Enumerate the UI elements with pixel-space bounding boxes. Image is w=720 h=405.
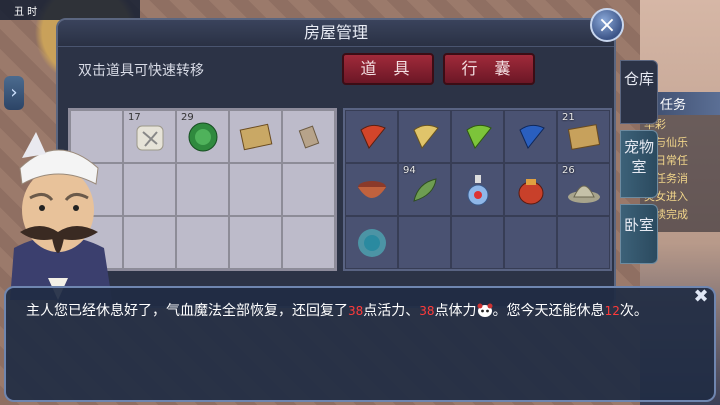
side-tab-bedroom[interactable]: 卧室 xyxy=(620,204,658,264)
window-close-button[interactable]: × xyxy=(590,8,624,42)
panda-emote-icon xyxy=(477,303,493,317)
glowing-orb-icon xyxy=(355,226,389,264)
vitality-amount: 38 xyxy=(348,304,364,318)
storage-slot[interactable] xyxy=(282,216,335,269)
storage-slot[interactable] xyxy=(123,163,176,216)
storage-slot[interactable] xyxy=(282,110,335,163)
green-jade-icon xyxy=(186,120,220,158)
stamina-amount: 38 xyxy=(419,304,435,318)
npc-portrait-elder xyxy=(10,132,112,300)
storage-slot[interactable] xyxy=(282,163,335,216)
storage-slot[interactable] xyxy=(229,163,282,216)
inventory-slot[interactable] xyxy=(345,216,398,269)
inventory-slot[interactable]: 26 xyxy=(557,163,610,216)
dialog-text-part: 点体力 xyxy=(434,303,477,319)
bowl-icon xyxy=(355,175,389,209)
treasure-map-icon xyxy=(566,121,602,157)
blue-fan-icon xyxy=(514,120,548,158)
dialog-close-icon[interactable]: ✖ xyxy=(690,288,712,306)
rest-count: 12 xyxy=(604,304,620,318)
paper-scroll-icon xyxy=(294,122,324,156)
side-tab-pet-room[interactable]: 宠物室 xyxy=(620,130,658,198)
storage-slot[interactable]: 17 xyxy=(123,110,176,163)
transfer-hint: 双击道具可快速转移 xyxy=(78,63,204,79)
map-scroll-icon xyxy=(238,121,274,157)
storage-slot[interactable] xyxy=(176,163,229,216)
dialog-text-part: 主人您已经休息好了，气血魔法全部恢复，还回复了 xyxy=(26,303,348,319)
side-tab-storage[interactable]: 仓库 xyxy=(620,60,658,124)
expand-arrow-icon[interactable]: › xyxy=(4,76,24,110)
inventory-slot[interactable] xyxy=(557,216,610,269)
inventory-slot[interactable] xyxy=(451,216,504,269)
tab-bag[interactable]: 行 囊 xyxy=(443,53,535,85)
inventory-slot[interactable] xyxy=(504,110,557,163)
dialog-text-part: 。您今天还能休息 xyxy=(492,303,605,319)
red-fan-icon xyxy=(355,120,389,158)
dialog-text-part: 点活力、 xyxy=(363,303,420,319)
dialog-text-part: 次。 xyxy=(619,303,648,319)
inventory-slot[interactable] xyxy=(345,163,398,216)
inventory-slot[interactable] xyxy=(345,110,398,163)
herb-leaf-icon xyxy=(408,173,442,211)
storage-slot[interactable] xyxy=(229,110,282,163)
hat-icon xyxy=(566,175,602,209)
inventory-grid: 21 94 26 xyxy=(343,108,612,271)
inventory-slot[interactable] xyxy=(504,216,557,269)
storage-slot[interactable] xyxy=(229,216,282,269)
inventory-slot[interactable] xyxy=(398,216,451,269)
side-tab-column: 仓库 宠物室 卧室 xyxy=(620,60,660,270)
storage-slot[interactable]: 29 xyxy=(176,110,229,163)
green-fan-icon xyxy=(461,120,495,158)
storage-slot[interactable] xyxy=(123,216,176,269)
inventory-slot[interactable] xyxy=(504,163,557,216)
yellow-fan-icon xyxy=(408,120,442,158)
inventory-slot[interactable] xyxy=(451,110,504,163)
dialog-message: 主人您已经休息好了，气血魔法全部恢复，还回复了38点活力、38点体力 。您今天还能… xyxy=(26,302,696,320)
time-label: 丑 时 xyxy=(14,6,38,18)
tab-items[interactable]: 道 具 xyxy=(342,53,434,85)
dialog-box[interactable]: 主人您已经休息好了，气血魔法全部恢复，还回复了38点活力、38点体力 。您今天还能… xyxy=(4,286,716,402)
time-bar: 丑 时 xyxy=(0,0,140,20)
scroll-stone-icon xyxy=(133,120,167,158)
inventory-slot[interactable] xyxy=(398,110,451,163)
red-pouch-icon xyxy=(514,173,548,211)
potion-bottle-icon xyxy=(463,173,493,211)
storage-slot[interactable] xyxy=(176,216,229,269)
window-title: 房屋管理 xyxy=(58,20,614,47)
inventory-slot[interactable] xyxy=(451,163,504,216)
inventory-slot[interactable]: 94 xyxy=(398,163,451,216)
inventory-slot[interactable]: 21 xyxy=(557,110,610,163)
